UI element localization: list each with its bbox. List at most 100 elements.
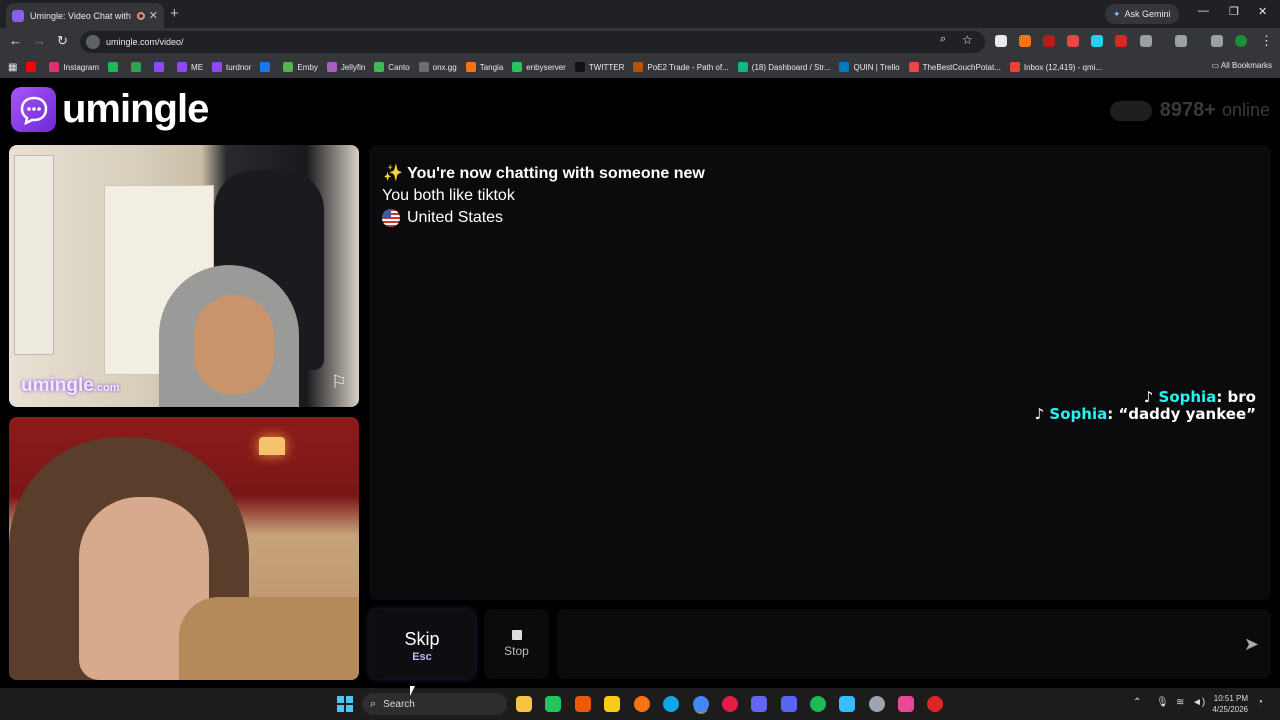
taskbar-search[interactable]: ⌕ Search <box>362 693 507 715</box>
file-explorer-icon[interactable] <box>516 696 532 712</box>
bookmark-item[interactable]: Inbox (12,419) - qmi... <box>1009 62 1102 72</box>
firefox-icon[interactable] <box>634 696 650 712</box>
bookmark-item[interactable]: ME <box>177 62 203 72</box>
taskbar-search-label: Search <box>383 698 415 710</box>
cast-icon[interactable] <box>1175 35 1187 47</box>
bookmark-item[interactable] <box>154 62 168 72</box>
bookmark-item[interactable]: QUIN | Trello <box>839 62 900 72</box>
tiktok-username: Sophia <box>1049 405 1108 423</box>
umingle-watermark: umingle.com <box>21 375 120 397</box>
shared-interest: You both like tiktok <box>382 187 515 204</box>
notification-bell-icon[interactable]: ◔ <box>1257 697 1263 708</box>
tiktok-icon: ♪ <box>1143 388 1159 406</box>
bookmark-item[interactable]: enbyserver <box>512 62 566 72</box>
extension-k-icon[interactable] <box>995 35 1007 47</box>
obs-icon[interactable] <box>869 696 885 712</box>
bookmark-item[interactable]: Tangia <box>465 62 503 72</box>
volume-icon[interactable]: ◄) <box>1192 697 1205 708</box>
skip-shortcut: Esc <box>412 651 432 663</box>
chevron-up-icon[interactable]: ⌃ <box>1133 697 1141 708</box>
forward-icon[interactable]: → <box>33 33 46 48</box>
opera-icon[interactable] <box>722 696 738 712</box>
wifi-icon[interactable]: ≋ <box>1176 697 1184 708</box>
new-tab-button[interactable]: + <box>170 5 179 22</box>
extensions-puzzle-icon[interactable] <box>1140 35 1152 47</box>
site-info-icon[interactable] <box>86 35 100 49</box>
clock-time: 10:51 PM <box>1213 694 1248 703</box>
bookmark-label: TheBestCouchPotat... <box>922 62 1001 72</box>
video-person-face <box>194 295 274 395</box>
bookmark-item[interactable] <box>131 62 145 72</box>
close-window-icon[interactable]: ✕ <box>1258 5 1267 18</box>
extension-fox-icon[interactable] <box>1019 35 1031 47</box>
bookmark-star-icon[interactable]: ☆ <box>962 33 973 47</box>
tab-title: Umingle: Video Chat with S <box>30 10 133 21</box>
stop-button[interactable]: Stop <box>484 609 549 679</box>
bookmark-item[interactable]: PoE2 Trade - Path of... <box>633 62 729 72</box>
start-windows-icon[interactable] <box>337 696 353 712</box>
reload-icon[interactable]: ↻ <box>57 33 68 49</box>
bookmark-item[interactable] <box>26 62 40 72</box>
url-field[interactable]: umingle.com/video/ <box>80 31 985 53</box>
profile-avatar-icon[interactable] <box>1235 35 1247 47</box>
message-input[interactable] <box>557 609 1271 679</box>
bookmark-item[interactable]: Instagram <box>49 62 99 72</box>
extension-cyan-icon[interactable] <box>1091 35 1103 47</box>
bookmark-item[interactable]: Emby <box>283 62 318 72</box>
extension-youtube-icon[interactable] <box>1067 35 1079 47</box>
menu-dots-icon[interactable]: ⋮ <box>1260 33 1273 49</box>
bookmark-item[interactable]: Jellyfin <box>326 62 365 72</box>
bookmark-item[interactable]: Canto <box>374 62 410 72</box>
ask-gemini-button[interactable]: ✦ Ask Gemini <box>1105 4 1179 24</box>
extension-shield-icon[interactable] <box>1115 35 1127 47</box>
tab-search-icon[interactable] <box>1211 35 1223 47</box>
play-app-icon[interactable] <box>545 696 561 712</box>
cc-app-icon[interactable] <box>927 696 943 712</box>
recording-icon <box>136 11 145 20</box>
bookmark-item[interactable]: TheBestCouchPotat... <box>908 62 1001 72</box>
report-flag-icon[interactable]: ⚐ <box>331 372 347 393</box>
close-tab-icon[interactable]: ✕ <box>149 9 158 22</box>
bookmark-label: ME <box>191 62 204 72</box>
bookmark-favicon-icon <box>283 62 294 72</box>
edge-icon[interactable] <box>663 696 679 712</box>
bookmark-label: turdnor <box>226 62 252 72</box>
watermark-text: umingle <box>21 375 94 396</box>
bookmark-item[interactable] <box>260 62 274 72</box>
back-icon[interactable]: ← <box>9 33 22 48</box>
bookmark-label: enbyserver <box>526 62 566 72</box>
apps-grid-icon[interactable]: ▦ <box>8 62 17 73</box>
notes-app-icon[interactable] <box>604 696 620 712</box>
bookmark-item[interactable]: onx.gg <box>418 62 457 72</box>
extension-red-icon[interactable] <box>1043 35 1055 47</box>
spotify-icon[interactable] <box>810 696 826 712</box>
bookmark-favicon-icon <box>465 62 476 72</box>
bookmark-item[interactable]: turdnor <box>212 62 251 72</box>
discord-icon[interactable] <box>781 696 797 712</box>
skip-button[interactable]: Skip Esc <box>369 609 475 679</box>
bookmark-favicon-icon <box>260 62 271 72</box>
app-icon[interactable] <box>751 696 767 712</box>
send-icon[interactable]: ➤ <box>1244 634 1259 655</box>
folder-icon: ▭ <box>1211 61 1221 70</box>
bookmark-item[interactable] <box>108 62 122 72</box>
umingle-logo[interactable]: umingle <box>11 87 209 132</box>
theme-toggle[interactable] <box>1109 100 1152 121</box>
maximize-icon[interactable]: ❐ <box>1229 5 1239 18</box>
bookmark-item[interactable]: TWITTER <box>574 62 625 72</box>
zoom-icon[interactable]: ⌕ <box>940 33 946 46</box>
chrome-icon[interactable] <box>693 696 709 712</box>
tiktok-message: ♪ Sophia: bro <box>1144 388 1256 406</box>
all-bookmarks-button[interactable]: ▭ All Bookmarks <box>1212 61 1272 70</box>
game-app-icon[interactable] <box>575 696 591 712</box>
bookmark-item[interactable]: (18) Dashboard / Str... <box>737 62 830 72</box>
microphone-icon[interactable]: 🎙 <box>1156 697 1169 708</box>
bookmark-label: Instagram <box>63 62 100 72</box>
bookmark-label: TWITTER <box>588 62 625 72</box>
tiktok-app-icon[interactable] <box>898 696 914 712</box>
notepad-icon[interactable] <box>839 696 855 712</box>
taskbar-clock[interactable]: 10:51 PM 4/25/2026 <box>1212 693 1248 715</box>
minimize-icon[interactable]: — <box>1198 5 1209 17</box>
browser-tab[interactable]: Umingle: Video Chat with S ✕ <box>6 3 164 28</box>
online-indicator: 8978+ online <box>1109 99 1270 122</box>
